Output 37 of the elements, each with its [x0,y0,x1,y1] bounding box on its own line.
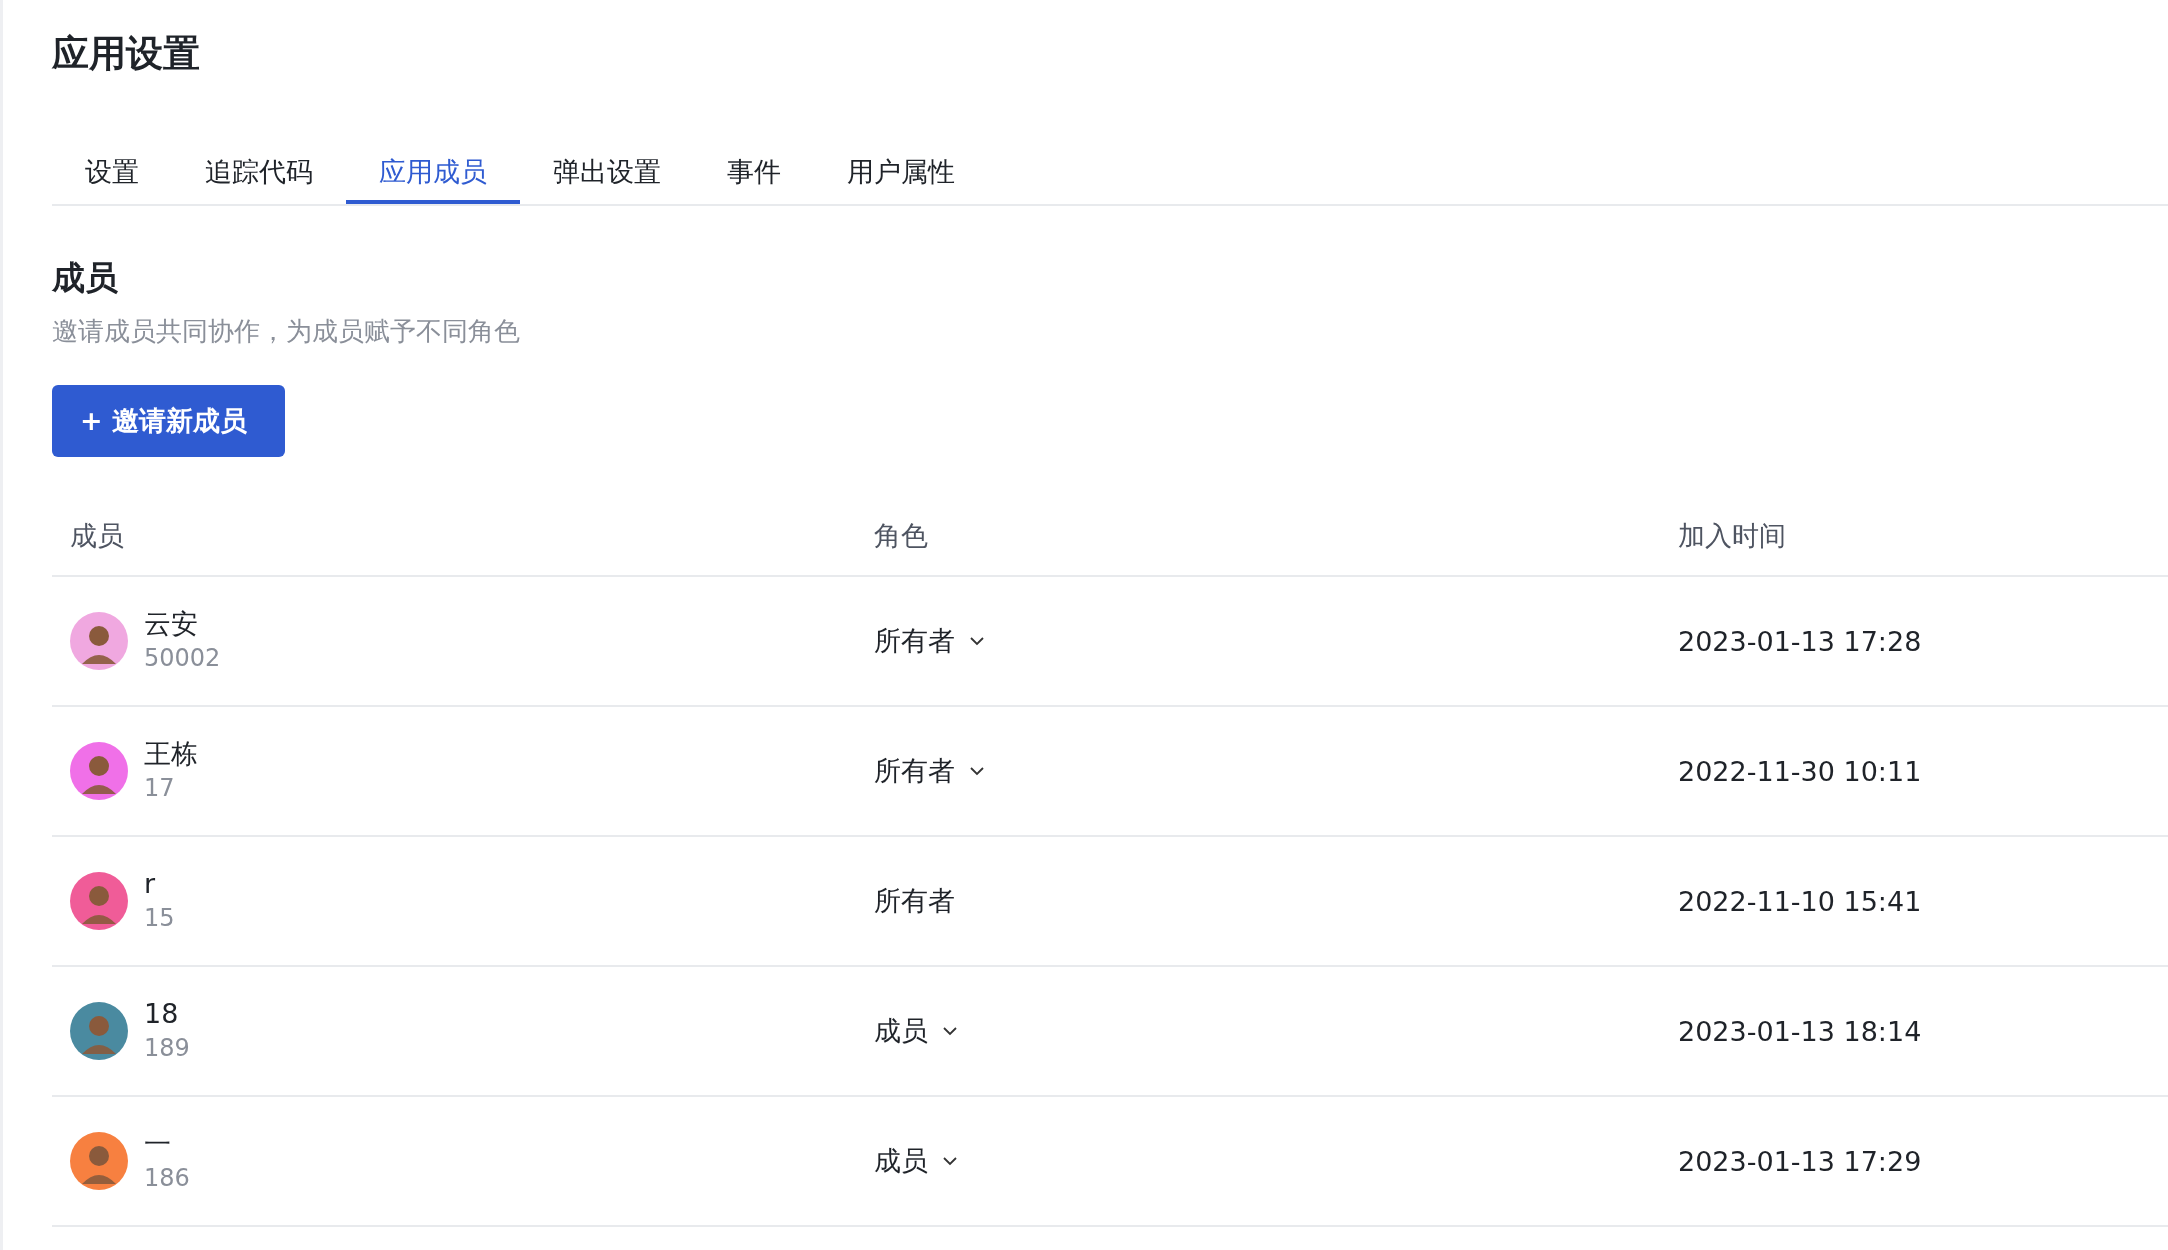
section-title: 成员 [52,257,119,299]
member-phone: 17 [144,773,176,804]
tab[interactable]: 事件 [694,144,814,204]
column-header: 角色 [873,519,929,553]
role-dropdown[interactable]: 所有者 [874,623,985,659]
role-text: 所有者 [874,884,955,918]
role-dropdown[interactable]: 所有者 [874,753,985,789]
join-time: 2023-01-13 17:28 [1678,625,1922,657]
role-dropdown[interactable]: 成员 [874,1143,958,1179]
tab[interactable]: 追踪代码 [172,144,346,204]
join-time: 2022-11-10 15:41 [1678,885,1922,917]
member-phone: 189 [144,1033,190,1064]
member-name: 王栋 [144,737,198,771]
tab[interactable]: 设置 [52,144,172,204]
member-phone: 50002 [144,643,221,674]
caret-icon [942,1026,958,1036]
role-dropdown[interactable]: 成员 [874,1013,958,1049]
join-time: 2023-01-13 17:29 [1678,1145,1922,1177]
section-description: 邀请成员共同协作，为成员赋予不同角色 [52,315,521,348]
tab[interactable]: 用户属性 [814,144,988,204]
caret-icon [942,1156,958,1166]
member-phone: 186 [144,1163,190,1194]
member-name: 18 [144,997,180,1031]
tab[interactable]: 弹出设置 [520,144,694,204]
join-time: 2022-11-30 10:11 [1678,755,1922,787]
caret-icon [969,766,985,776]
join-time: 2023-01-13 18:14 [1678,1015,1922,1047]
member-phone: 15 [144,903,175,934]
invite-button[interactable]: + 邀请新成员 [52,385,286,457]
column-header: 加入时间 [1677,519,1787,553]
member-name: 一 [144,1127,172,1161]
tab[interactable]: 应用成员 [346,144,520,204]
caret-icon [969,636,985,646]
member-name: 云安 [144,607,199,641]
page-title: 应用设置 [52,31,201,77]
member-name: r [144,867,157,901]
column-header: 成员 [69,519,125,553]
